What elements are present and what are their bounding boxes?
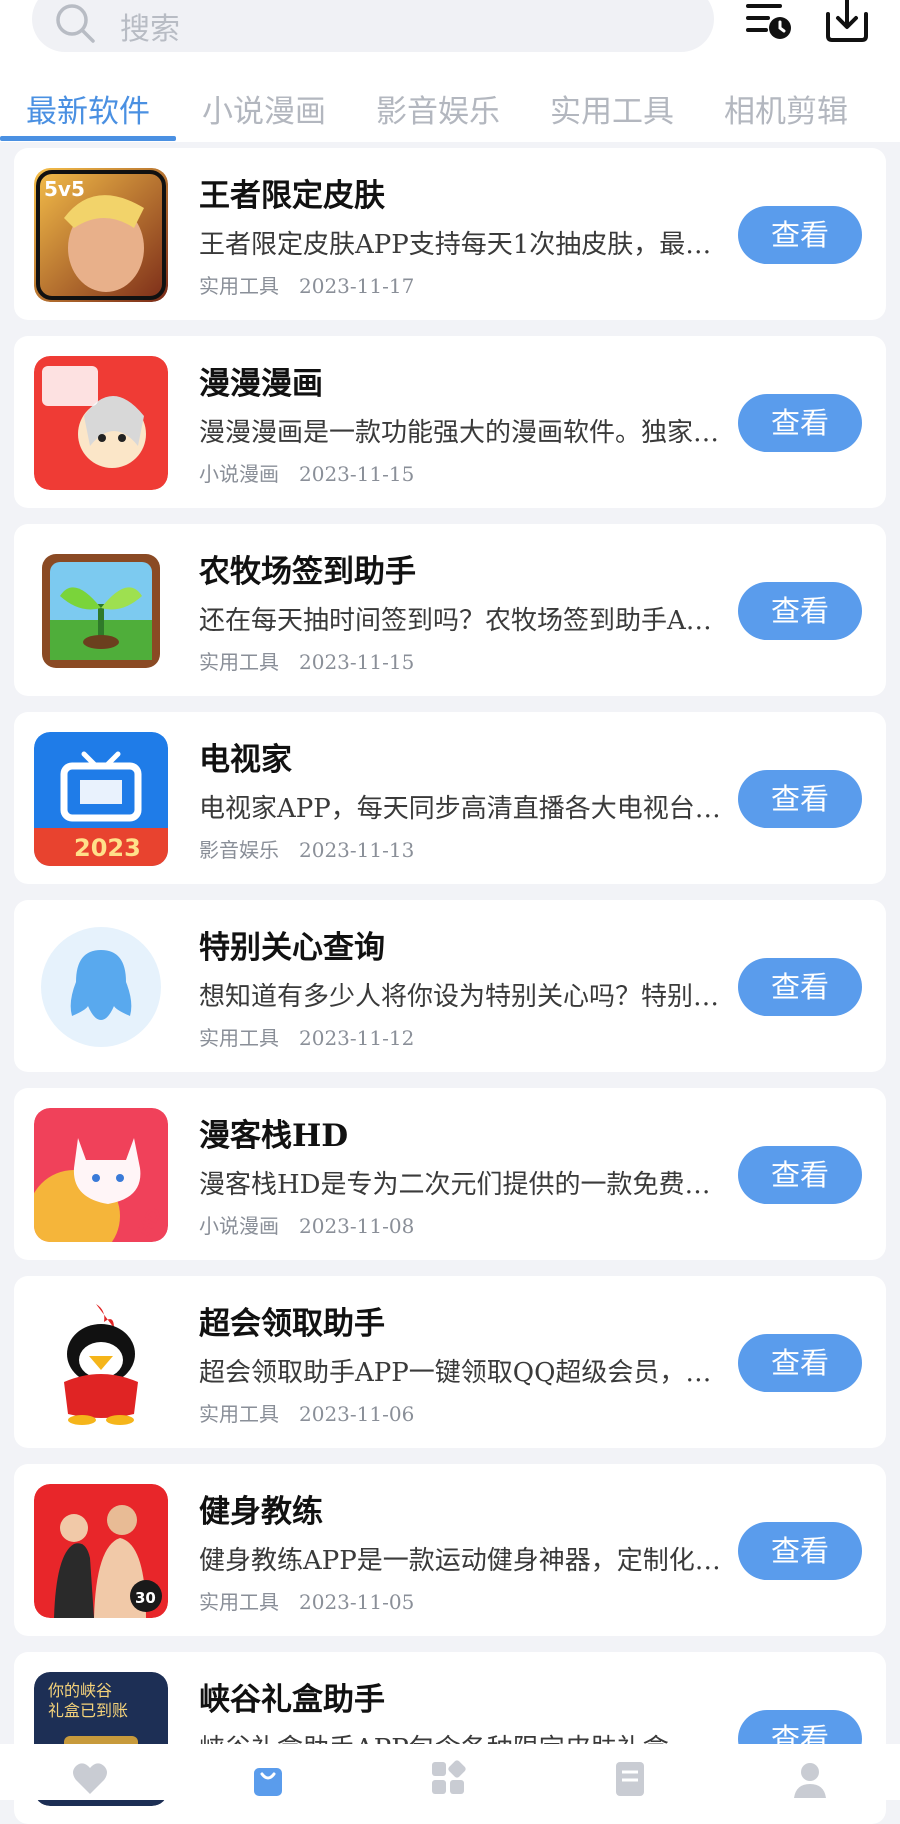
- app-date: 2023-11-12: [299, 1026, 415, 1050]
- app-card[interactable]: 30 健身教练 健身教练APP是一款运动健身神器，定制化… 实用工具 2023-1…: [14, 1464, 886, 1636]
- app-category: 实用工具: [199, 650, 279, 674]
- app-category: 实用工具: [199, 274, 279, 298]
- top-bar: 搜索: [0, 0, 900, 70]
- app-date: 2023-11-06: [299, 1402, 415, 1426]
- view-button[interactable]: 查看: [738, 1146, 862, 1204]
- app-meta: 小说漫画 2023-11-08: [199, 1210, 414, 1239]
- svg-text:2023: 2023: [74, 834, 141, 862]
- svg-text:5v5: 5v5: [44, 177, 85, 201]
- app-meta: 实用工具 2023-11-06: [199, 1398, 414, 1427]
- app-card[interactable]: 农牧场签到助手 还在每天抽时间签到吗？农牧场签到助手A… 实用工具 2023-11…: [14, 524, 886, 696]
- app-description: 超会领取助手APP一键领取QQ超级会员，…: [199, 1358, 712, 1388]
- hero-game-icon: 5v5: [34, 168, 168, 302]
- active-tab-indicator: [0, 136, 176, 141]
- app-description: 健身教练APP是一款运动健身神器，定制化…: [199, 1546, 721, 1576]
- svg-text:你的峡谷: 你的峡谷: [48, 1681, 112, 1700]
- bottom-navigation: [0, 1744, 900, 1800]
- user-icon[interactable]: [790, 1758, 830, 1798]
- app-title: 电视家: [199, 742, 292, 778]
- app-card[interactable]: 超会领取助手 超会领取助手APP一键领取QQ超级会员，… 实用工具 2023-11…: [14, 1276, 886, 1448]
- apps-grid-icon[interactable]: [428, 1758, 468, 1798]
- app-description: 漫客栈HD是专为二次元们提供的一款免费…: [199, 1170, 711, 1200]
- app-date: 2023-11-08: [299, 1214, 415, 1238]
- qq-penguin-icon: [34, 1296, 168, 1430]
- app-title: 农牧场签到助手: [199, 554, 416, 590]
- app-category: 影音娱乐: [199, 838, 279, 862]
- view-button[interactable]: 查看: [738, 582, 862, 640]
- view-button[interactable]: 查看: [738, 206, 862, 264]
- app-category: 小说漫画: [199, 462, 279, 486]
- app-title: 王者限定皮肤: [199, 178, 385, 214]
- app-card[interactable]: 特别关心查询 想知道有多少人将你设为特别关心吗？特别… 实用工具 2023-11-…: [14, 900, 886, 1072]
- manga-icon: [34, 356, 168, 490]
- app-date: 2023-11-05: [299, 1590, 415, 1614]
- app-description: 电视家APP，每天同步高清直播各大电视台…: [199, 794, 721, 824]
- tab-media[interactable]: 影音娱乐: [376, 86, 500, 131]
- app-title: 健身教练: [199, 1494, 323, 1530]
- app-title: 超会领取助手: [199, 1306, 385, 1342]
- app-card[interactable]: 5v5 王者限定皮肤 王者限定皮肤APP支持每天1次抽皮肤，最… 实用工具 202…: [14, 148, 886, 320]
- search-icon: [56, 4, 95, 43]
- app-category: 实用工具: [199, 1402, 279, 1426]
- app-date: 2023-11-15: [299, 462, 415, 486]
- view-button[interactable]: 查看: [738, 394, 862, 452]
- app-meta: 小说漫画 2023-11-15: [199, 458, 414, 487]
- category-tabs: 最新软件 小说漫画 影音娱乐 实用工具 相机剪辑: [0, 70, 900, 142]
- tab-latest[interactable]: 最新软件: [26, 86, 150, 131]
- app-title: 漫漫漫画: [199, 366, 323, 402]
- cat-icon: HD: [34, 1108, 168, 1242]
- search-bar[interactable]: 搜索: [32, 0, 714, 52]
- app-title: 峡谷礼盒助手: [199, 1682, 385, 1718]
- tv-icon: 2023: [34, 732, 168, 866]
- app-card[interactable]: 漫漫漫画 漫漫漫画是一款功能强大的漫画软件。独家… 小说漫画 2023-11-15…: [14, 336, 886, 508]
- app-meta: 实用工具 2023-11-05: [199, 1586, 414, 1615]
- app-date: 2023-11-13: [299, 838, 415, 862]
- tab-novel-comic[interactable]: 小说漫画: [202, 86, 326, 131]
- view-button[interactable]: 查看: [738, 1334, 862, 1392]
- app-date: 2023-11-15: [299, 650, 415, 674]
- heart-icon[interactable]: [70, 1758, 110, 1798]
- view-button[interactable]: 查看: [738, 770, 862, 828]
- tab-camera-edit[interactable]: 相机剪辑: [724, 86, 848, 131]
- app-description: 想知道有多少人将你设为特别关心吗？特别…: [199, 982, 720, 1012]
- bag-icon[interactable]: [248, 1758, 288, 1798]
- svg-text:30: 30: [135, 1589, 156, 1607]
- app-meta: 实用工具 2023-11-12: [199, 1022, 414, 1051]
- tab-tools[interactable]: 实用工具: [550, 86, 674, 131]
- view-button[interactable]: 查看: [738, 958, 862, 1016]
- search-placeholder: 搜索: [120, 12, 180, 47]
- view-button[interactable]: 查看: [738, 1522, 862, 1580]
- app-meta: 影音娱乐 2023-11-13: [199, 834, 414, 863]
- download-icon[interactable]: [822, 0, 872, 46]
- fitness-icon: 30: [34, 1484, 168, 1618]
- app-card[interactable]: 2023 电视家 电视家APP，每天同步高清直播各大电视台… 影音娱乐 2023-…: [14, 712, 886, 884]
- app-meta: 实用工具 2023-11-17: [199, 270, 414, 299]
- app-description: 王者限定皮肤APP支持每天1次抽皮肤，最…: [199, 230, 712, 260]
- list-clock-icon[interactable]: [744, 0, 794, 48]
- app-date: 2023-11-17: [299, 274, 415, 298]
- svg-text:礼盒已到账: 礼盒已到账: [48, 1701, 128, 1720]
- app-title: 漫客栈HD: [199, 1118, 349, 1154]
- app-description: 还在每天抽时间签到吗？农牧场签到助手A…: [199, 606, 712, 636]
- sprout-icon: [34, 544, 168, 678]
- app-description: 漫漫漫画是一款功能强大的漫画软件。独家…: [199, 418, 720, 448]
- app-meta: 实用工具 2023-11-15: [199, 646, 414, 675]
- app-category: 实用工具: [199, 1026, 279, 1050]
- penguin-outline-icon: [34, 920, 168, 1054]
- app-title: 特别关心查询: [199, 930, 385, 966]
- app-category: 实用工具: [199, 1590, 279, 1614]
- app-category: 小说漫画: [199, 1214, 279, 1238]
- document-icon[interactable]: [610, 1758, 650, 1798]
- app-card[interactable]: HD 漫客栈HD 漫客栈HD是专为二次元们提供的一款免费… 小说漫画 2023-1…: [14, 1088, 886, 1260]
